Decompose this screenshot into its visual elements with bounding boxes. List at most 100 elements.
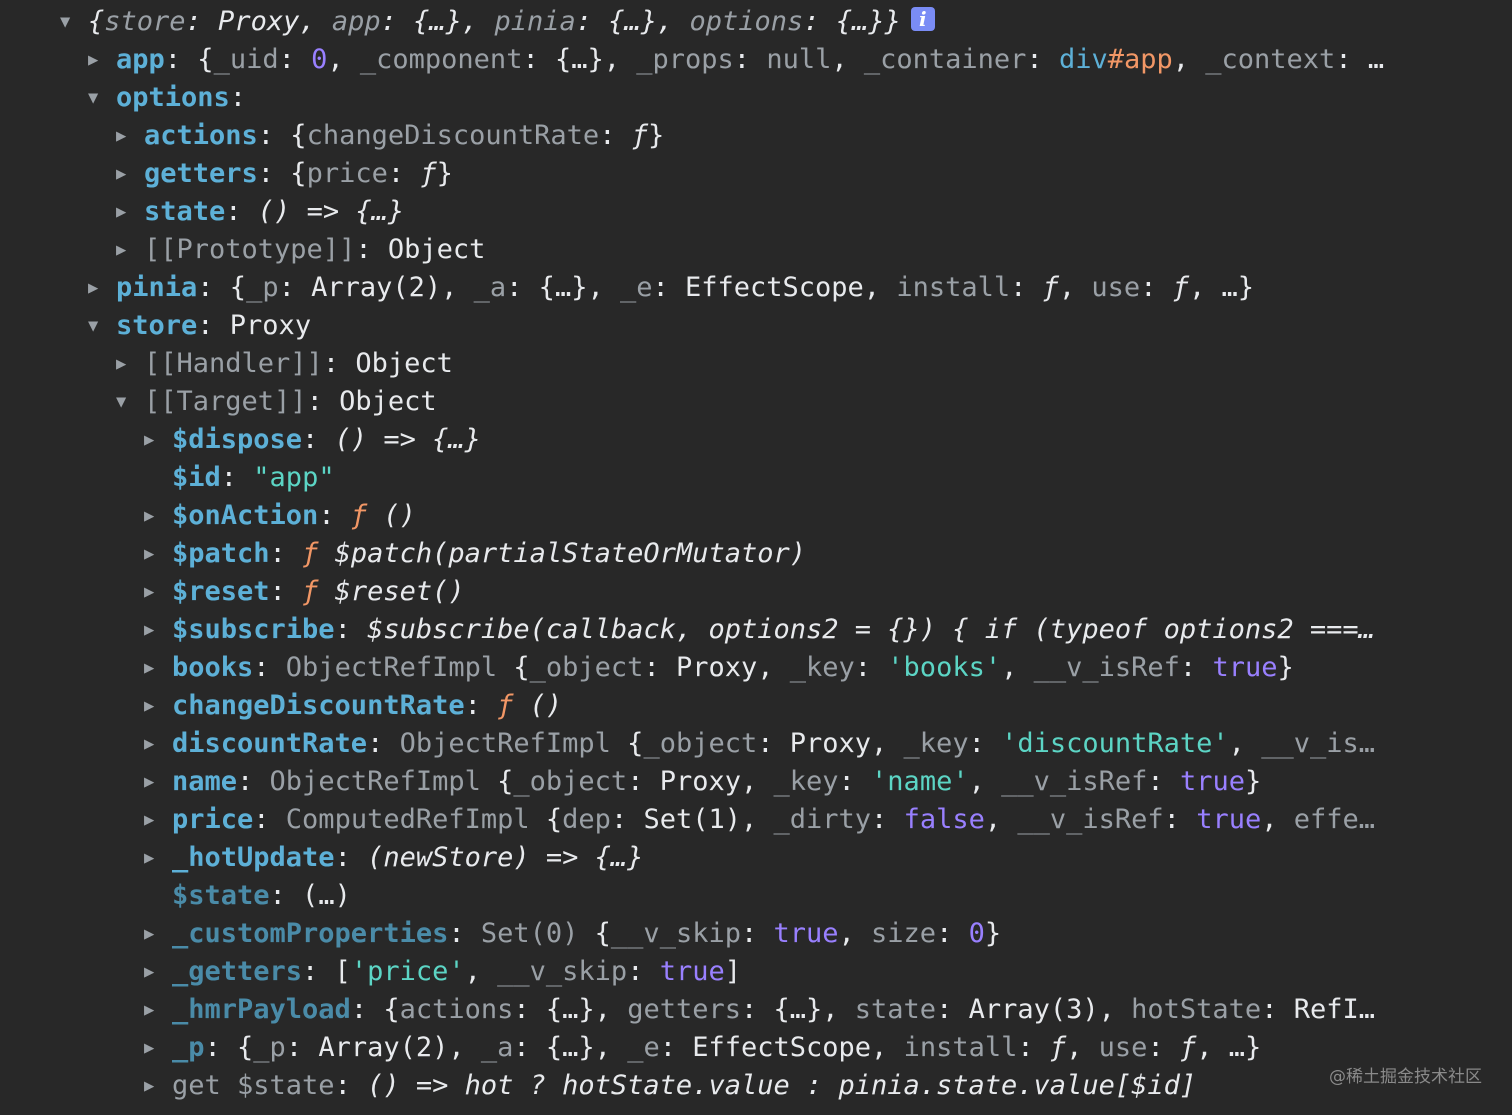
expand-triangle-right-icon[interactable]: ▶ [144, 801, 172, 839]
property-value-token: 0 [968, 918, 985, 949]
property-value-token: : [278, 44, 312, 75]
tree-row[interactable]: ▶ _hmrPayload: {actions: {…}, getters: {…… [144, 991, 1442, 1029]
property-value-token: : (…) [269, 880, 351, 911]
tree-row[interactable]: ▶ discountRate: ObjectRefImpl {_object: P… [144, 725, 1442, 763]
property-value-token: _props [636, 44, 734, 75]
tree-row[interactable]: ▼ [[Target]]: Object [116, 383, 1442, 421]
property-value-token: : {…}, [380, 6, 495, 37]
property-value-token: _container [863, 44, 1027, 75]
tree-row[interactable]: ▶ app: {_uid: 0, _component: {…}, _props:… [88, 41, 1442, 79]
tree-row[interactable]: ▶ _getters: ['price', __v_skip: true] [144, 953, 1442, 991]
property-key: [[Handler]] [144, 348, 323, 379]
property-value-token: : EffectScope, [652, 272, 897, 303]
tree-row: ▶$state: (…) [144, 877, 1442, 915]
tree-row[interactable]: ▶ $dispose: () => {…} [144, 421, 1442, 459]
expand-triangle-right-icon[interactable]: ▶ [144, 1067, 172, 1105]
property-value-token: : {…}, [740, 994, 855, 1025]
property-value-token: ƒ [1042, 272, 1059, 303]
expand-triangle-right-icon[interactable]: ▶ [144, 535, 172, 573]
property-value-token: ƒ [1172, 272, 1189, 303]
property-value-token: __v_isRef [1033, 652, 1180, 683]
property-value-token: _a [473, 272, 507, 303]
property-value-token: _uid [213, 44, 279, 75]
property-value-token: : [599, 120, 632, 151]
expand-triangle-right-icon[interactable]: ▶ [144, 421, 172, 459]
property-value-token: pinia [494, 6, 576, 37]
expand-triangle-right-icon[interactable]: ▶ [144, 687, 172, 725]
property-value-token: : [464, 690, 498, 721]
expand-triangle-right-icon[interactable]: ▶ [116, 231, 144, 269]
expand-triangle-right-icon[interactable]: ▶ [116, 193, 144, 231]
tree-row[interactable]: ▶ get $state: () => hot ? hotState.value … [144, 1067, 1442, 1105]
tree-row[interactable]: ▶ [[Prototype]]: Object [116, 231, 1442, 269]
property-value-token: getters [627, 994, 741, 1025]
tree-row[interactable]: ▶ books: ObjectRefImpl {_object: Proxy, _… [144, 649, 1442, 687]
property-value-token: } [436, 158, 453, 189]
property-key: $patch [172, 538, 270, 569]
tree-row[interactable]: ▶ $reset: ƒ $reset() [144, 573, 1442, 611]
property-key: actions [144, 120, 258, 151]
watermark: @稀土掘金技术社区 [1329, 1067, 1482, 1087]
tree-row[interactable]: ▶ [[Handler]]: Object [116, 345, 1442, 383]
expand-triangle-right-icon[interactable]: ▶ [88, 41, 116, 79]
property-value-token: ƒ [302, 538, 319, 569]
expand-triangle-right-icon[interactable]: ▶ [116, 345, 144, 383]
tree-row[interactable]: ▶ $subscribe: $subscribe(callback, option… [144, 611, 1442, 649]
tree-row[interactable]: ▶ name: ObjectRefImpl {_object: Proxy, _k… [144, 763, 1442, 801]
expand-triangle-right-icon[interactable]: ▶ [144, 1029, 172, 1067]
expand-triangle-right-icon[interactable]: ▶ [144, 611, 172, 649]
property-value-token: : [ [302, 956, 351, 987]
property-value-token: , [1066, 1032, 1099, 1063]
expand-triangle-down-icon[interactable]: ▼ [88, 79, 116, 117]
expand-triangle-right-icon[interactable]: ▶ [144, 991, 172, 1029]
tree-row[interactable]: ▶ price: ComputedRefImpl {dep: Set(1), _d… [144, 801, 1442, 839]
property-value-token: $patch(partialStateOrMutator) [318, 538, 806, 569]
tree-row[interactable]: ▶ $onAction: ƒ () [144, 497, 1442, 535]
tree-row[interactable]: ▶ _hotUpdate: (newStore) => {…} [144, 839, 1442, 877]
expand-triangle-right-icon[interactable]: ▶ [88, 269, 116, 307]
property-value-token: : [334, 614, 368, 645]
tree-row[interactable]: ▶ state: () => {…} [116, 193, 1442, 231]
expand-triangle-right-icon[interactable]: ▶ [144, 763, 172, 801]
property-value-token: , [1261, 804, 1294, 835]
expand-triangle-right-icon[interactable]: ▶ [144, 725, 172, 763]
expand-triangle-right-icon[interactable]: ▶ [144, 839, 172, 877]
expand-triangle-right-icon[interactable]: ▶ [144, 497, 172, 535]
expand-triangle-right-icon[interactable]: ▶ [116, 155, 144, 193]
expand-triangle-right-icon[interactable]: ▶ [116, 117, 144, 155]
property-value-token: } [647, 120, 665, 151]
expand-triangle-right-icon[interactable]: ▶ [144, 953, 172, 991]
property-value-token: : Object [355, 234, 486, 265]
property-value-token: : Proxy, [185, 6, 332, 37]
property-value-token: , [1172, 44, 1206, 75]
property-value-token: _e [627, 1032, 660, 1063]
property-value-token: , …} [1196, 1032, 1262, 1063]
property-value-token: { [594, 918, 611, 949]
tree-row[interactable]: ▶ $patch: ƒ $patch(partialStateOrMutator) [144, 535, 1442, 573]
property-value-token: $subscribe(callback, options2 = {}) { if… [367, 614, 1375, 645]
info-icon[interactable]: i [910, 7, 935, 31]
tree-row[interactable]: ▶ _p: {_p: Array(2), _a: {…}, _e: EffectS… [144, 1029, 1442, 1067]
property-value-token: true [659, 956, 725, 987]
property-value-token: ObjectRefImpl [269, 766, 498, 797]
tree-row[interactable]: ▶ changeDiscountRate: ƒ () [144, 687, 1442, 725]
expand-triangle-down-icon[interactable]: ▼ [88, 307, 116, 345]
expand-triangle-right-icon[interactable]: ▶ [144, 573, 172, 611]
expand-triangle-down-icon[interactable]: ▼ [116, 383, 144, 421]
expand-triangle-right-icon[interactable]: ▶ [144, 649, 172, 687]
tree-row[interactable]: ▼ {store: Proxy, app: {…}, pinia: {…}, op… [60, 3, 1442, 41]
tree-row[interactable]: ▶ pinia: {_p: Array(2), _a: {…}, _e: Effe… [88, 269, 1442, 307]
tree-row[interactable]: ▼ store: Proxy [88, 307, 1442, 345]
property-value-token: true [1212, 652, 1278, 683]
property-value-token: : Object [306, 386, 437, 417]
tree-row[interactable]: ▶ actions: {changeDiscountRate: ƒ} [116, 117, 1442, 155]
property-value-token: () => {…} [334, 424, 481, 455]
tree-row[interactable]: ▶ _customProperties: Set(0) {__v_skip: tr… [144, 915, 1442, 953]
tree-row[interactable]: ▼ options: [88, 79, 1442, 117]
tree-row[interactable]: ▶ getters: {price: ƒ} [116, 155, 1442, 193]
expand-triangle-right-icon[interactable]: ▶ [144, 915, 172, 953]
property-value-token: : [253, 804, 286, 835]
property-key: $onAction [172, 500, 319, 531]
expand-triangle-down-icon[interactable]: ▼ [60, 3, 88, 41]
property-value-token: use [1098, 1032, 1148, 1063]
